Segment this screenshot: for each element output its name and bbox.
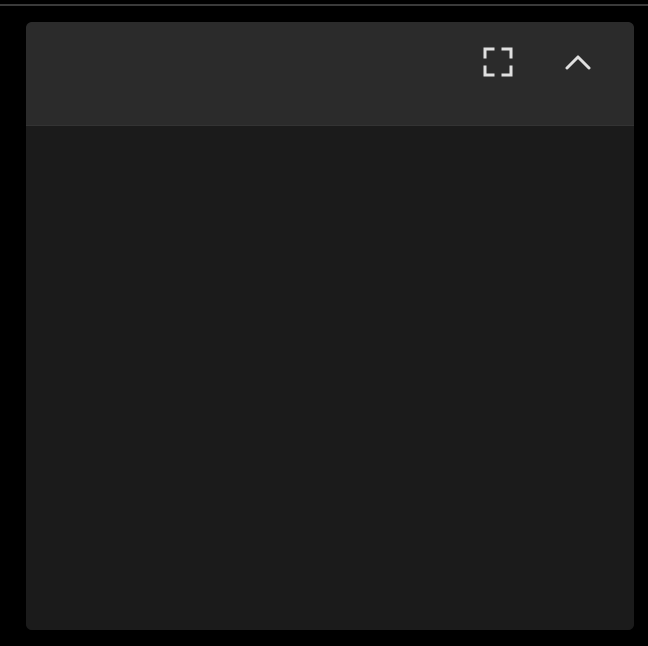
panel-body xyxy=(26,126,634,630)
panel xyxy=(26,22,634,630)
fullscreen-icon xyxy=(483,47,513,77)
fullscreen-button[interactable] xyxy=(478,42,518,82)
collapse-button[interactable] xyxy=(558,42,598,82)
chevron-up-icon xyxy=(565,55,591,70)
top-divider xyxy=(0,4,648,6)
panel-header xyxy=(26,22,634,126)
